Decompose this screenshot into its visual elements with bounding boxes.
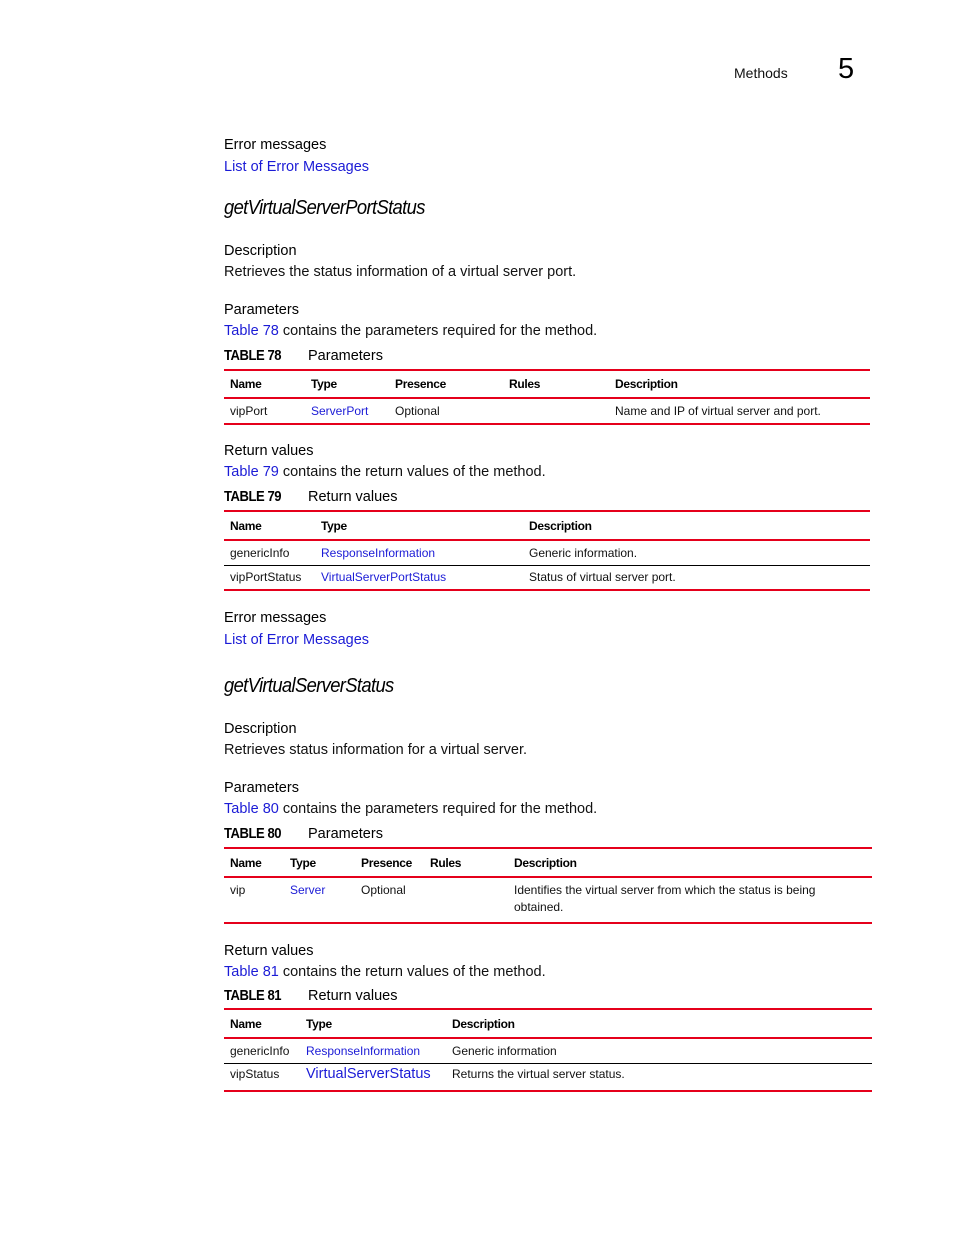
column-header: Description <box>615 377 678 391</box>
table-row: vipStatus VirtualServerStatus Returns th… <box>224 1063 872 1091</box>
error-messages-link[interactable]: List of Error Messages <box>224 632 369 648</box>
type-link[interactable]: ResponseInformation <box>321 546 435 560</box>
table-caption: TABLE 81 Return values <box>224 988 398 1004</box>
method-title: getVirtualServerStatus <box>224 675 394 697</box>
table-caption: TABLE 78 Parameters <box>224 348 383 364</box>
parameters-heading: Parameters <box>224 780 299 796</box>
table-caption: TABLE 79 Return values <box>224 489 398 505</box>
column-header: Presence <box>361 855 412 870</box>
section-name: Methods <box>734 65 788 81</box>
column-header: Rules <box>430 855 462 870</box>
method-title: getVirtualServerPortStatus <box>224 197 425 219</box>
column-header: Type <box>311 377 337 391</box>
column-header: Name <box>230 855 262 870</box>
type-link[interactable]: ResponseInformation <box>306 1044 420 1058</box>
table-row: vip Server Optional Identifies the virtu… <box>224 877 872 923</box>
method-getvirtualserverstatus: getVirtualServerStatus Description Retri… <box>224 675 872 1092</box>
return-values-ref: Table 79 contains the return values of t… <box>224 464 546 480</box>
return-values-table: Name Type Description genericInfo Respon… <box>224 1008 872 1092</box>
table-ref-link[interactable]: Table 81 <box>224 964 279 980</box>
column-header: Type <box>306 1016 332 1031</box>
table-row: genericInfo ResponseInformation Generic … <box>224 540 870 565</box>
parameters-ref: Table 78 contains the parameters require… <box>224 323 598 339</box>
table-caption: TABLE 80 Parameters <box>224 826 383 842</box>
table-ref-link[interactable]: Table 79 <box>224 464 279 480</box>
column-header: Description <box>452 1016 515 1031</box>
parameters-table: Name Type Presence Rules Description vip… <box>224 369 870 425</box>
column-header: Name <box>230 518 262 533</box>
type-link[interactable]: VirtualServerStatus <box>306 1066 431 1082</box>
return-values-ref: Table 81 contains the return values of t… <box>224 964 546 980</box>
error-messages-heading: Error messages <box>224 610 327 626</box>
description-text: Retrieves the status information of a vi… <box>224 264 577 280</box>
column-header: Name <box>230 1016 262 1031</box>
error-messages-heading: Error messages <box>224 137 327 153</box>
type-link[interactable]: VirtualServerPortStatus <box>321 570 446 584</box>
method-getvirtualserverportstatus: getVirtualServerPortStatus Description R… <box>224 197 872 649</box>
description-heading: Description <box>224 243 297 259</box>
parameters-heading: Parameters <box>224 302 299 318</box>
parameters-table: Name Type Presence Rules Description vip… <box>224 847 872 924</box>
type-link[interactable]: Server <box>290 883 325 897</box>
type-link[interactable]: ServerPort <box>311 404 368 418</box>
column-header: Description <box>514 855 577 870</box>
parameters-ref: Table 80 contains the parameters require… <box>224 801 598 817</box>
error-messages-link[interactable]: List of Error Messages <box>224 159 369 175</box>
column-header: Presence <box>395 377 446 391</box>
table-ref-link[interactable]: Table 78 <box>224 323 279 339</box>
return-values-table: Name Type Description genericInfo Respon… <box>224 510 870 591</box>
error-messages-section-top: Error messages List of Error Messages <box>224 136 872 176</box>
description-text: Retrieves status information for a virtu… <box>224 742 528 758</box>
table-row: genericInfo ResponseInformation Generic … <box>224 1038 872 1063</box>
column-header: Type <box>290 855 316 870</box>
return-values-heading: Return values <box>224 943 314 959</box>
column-header: Rules <box>509 377 541 391</box>
table-row: vipPort ServerPort Optional Name and IP … <box>224 398 870 424</box>
column-header: Name <box>230 377 262 391</box>
description-heading: Description <box>224 721 297 737</box>
return-values-heading: Return values <box>224 443 314 459</box>
table-ref-link[interactable]: Table 80 <box>224 801 279 817</box>
column-header: Type <box>321 518 347 533</box>
chapter-number: 5 <box>838 53 855 85</box>
column-header: Description <box>529 518 592 533</box>
table-row: vipPortStatus VirtualServerPortStatus St… <box>224 565 870 590</box>
